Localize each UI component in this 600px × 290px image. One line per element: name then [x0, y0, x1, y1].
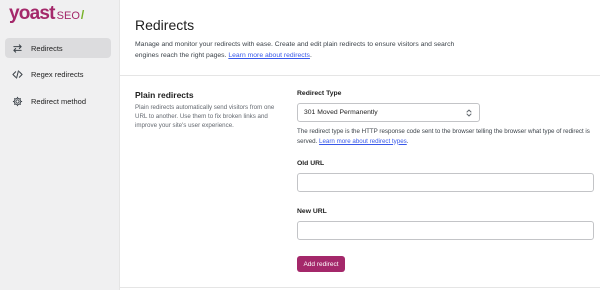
redirect-type-label: Redirect Type	[297, 90, 342, 97]
section-title: Plain redirects	[135, 90, 194, 100]
logo-seo-text: SEO	[56, 10, 80, 22]
sidebar-item-label: Redirect method	[31, 96, 87, 106]
yoast-seo-logo[interactable]: yoast SEO /	[9, 3, 84, 25]
divider	[120, 75, 600, 76]
sidebar-item-redirect-method[interactable]: Redirect method	[5, 91, 111, 111]
bottom-divider	[120, 287, 600, 288]
sidebar-item-redirects[interactable]: Redirects	[5, 38, 111, 58]
old-url-label: Old URL	[297, 160, 325, 167]
sidebar-item-regex-redirects[interactable]: Regex redirects	[5, 64, 111, 84]
sidebar-item-label: Regex redirects	[31, 69, 84, 79]
logo-slash: /	[80, 8, 85, 22]
arrows-left-right-icon	[11, 42, 23, 54]
old-url-field[interactable]	[297, 173, 594, 192]
main-panel: Redirects Manage and monitor your redire…	[119, 0, 600, 290]
gear-icon	[11, 95, 23, 107]
page-description: Manage and monitor your redirects with e…	[135, 41, 455, 59]
learn-more-redirect-types-link[interactable]: Learn more about redirect types	[319, 138, 407, 145]
logo-word: yoast	[9, 3, 55, 24]
sidebar-item-label: Redirects	[31, 43, 63, 53]
section-description: Plain redirects automatically send visit…	[135, 104, 275, 129]
redirect-type-value: 301 Moved Permanently	[304, 109, 378, 116]
redirect-type-help: The redirect type is the HTTP response c…	[297, 128, 590, 145]
page-title: Redirects	[135, 17, 195, 33]
redirect-type-select[interactable]: 301 Moved Permanently	[297, 103, 480, 122]
learn-more-redirects-link[interactable]: Learn more about redirects	[228, 52, 310, 59]
new-url-field[interactable]	[297, 221, 594, 240]
new-url-label: New URL	[297, 208, 327, 215]
sidebar: yoast SEO / Redirects Regex redirects Re…	[0, 0, 118, 290]
code-icon	[11, 68, 23, 80]
chevron-up-down-icon	[466, 109, 472, 117]
add-redirect-button[interactable]: Add redirect	[297, 256, 345, 272]
